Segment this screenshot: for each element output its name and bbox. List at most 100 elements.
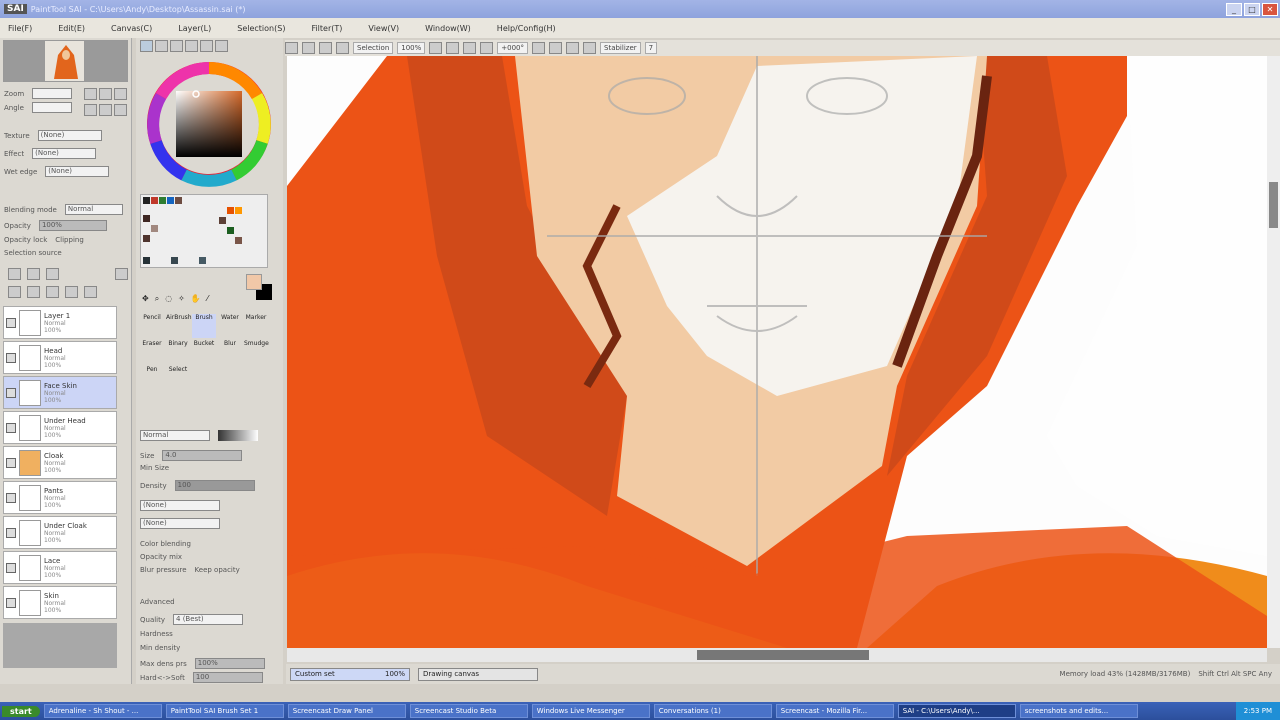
visibility-icon[interactable] xyxy=(6,317,16,328)
lasso-icon[interactable]: ◌ xyxy=(165,294,172,304)
taskbar-item[interactable]: Screencast Draw Panel xyxy=(287,704,406,718)
swatch[interactable] xyxy=(171,257,178,264)
nav-reset-button[interactable] xyxy=(114,88,127,100)
menu-canvas[interactable]: Canvas(C) xyxy=(111,24,152,33)
color-wheel[interactable] xyxy=(144,58,274,190)
canvas-tab-2[interactable]: Drawing canvas xyxy=(418,667,538,681)
layer-item[interactable]: Head Normal 100% xyxy=(3,341,117,374)
merge-down-icon[interactable] xyxy=(27,286,40,298)
stabilizer-select[interactable]: 7 xyxy=(644,42,658,54)
swatch[interactable] xyxy=(199,257,206,264)
advanced-checkbox[interactable]: Advanced xyxy=(140,598,175,606)
swatch[interactable] xyxy=(143,235,150,242)
visibility-icon[interactable] xyxy=(6,527,16,538)
swatch[interactable] xyxy=(143,257,150,264)
visibility-icon[interactable] xyxy=(6,562,16,573)
swatch[interactable] xyxy=(235,237,242,244)
menu-view[interactable]: View(V) xyxy=(368,24,399,33)
swatch[interactable] xyxy=(159,197,166,204)
selection-toggle[interactable]: Selection xyxy=(353,42,394,54)
taskbar-item[interactable]: Screencast - Mozilla Fir... xyxy=(775,704,894,718)
fg-bg-colors[interactable] xyxy=(246,274,272,302)
swatch[interactable] xyxy=(227,227,234,234)
nav-rotate-right-button[interactable] xyxy=(99,104,112,116)
nav-zoom-in-button[interactable] xyxy=(84,88,97,100)
wet-edge-select[interactable]: (None) xyxy=(45,166,110,177)
flip-button[interactable] xyxy=(583,42,597,54)
color-swatches[interactable] xyxy=(140,194,268,268)
navigator-left[interactable] xyxy=(3,40,47,82)
minimize-button[interactable]: _ xyxy=(1226,2,1242,16)
visibility-icon[interactable] xyxy=(6,597,16,608)
swatch[interactable] xyxy=(151,225,158,232)
vertical-scroll-thumb[interactable] xyxy=(1269,182,1278,228)
swatch-tab-icon[interactable] xyxy=(185,40,198,52)
menu-file[interactable]: File(F) xyxy=(8,24,32,33)
menu-window[interactable]: Window(W) xyxy=(425,24,471,33)
tool-marker[interactable]: Marker xyxy=(244,314,268,338)
close-button[interactable]: ✕ xyxy=(1262,2,1278,16)
tool-brush[interactable]: Brush xyxy=(192,314,216,338)
invert-selection-button[interactable] xyxy=(336,42,349,54)
layer-item[interactable]: Under Cloak Normal 100% xyxy=(3,516,117,549)
blending-select[interactable]: Normal xyxy=(64,204,123,215)
rotate-left-button[interactable] xyxy=(532,42,546,54)
opacity-slider[interactable]: 100% xyxy=(38,220,107,231)
nav-flip-button[interactable] xyxy=(114,104,127,116)
foreground-color-swatch[interactable] xyxy=(246,274,262,290)
zoom-in-button[interactable] xyxy=(446,42,460,54)
start-button[interactable]: start xyxy=(2,705,40,717)
taskbar-item[interactable]: Windows Live Messenger xyxy=(531,704,650,718)
brush-texture-select[interactable]: (None) xyxy=(140,518,220,529)
nav-rotate-left-button[interactable] xyxy=(84,104,97,116)
layer-item-active[interactable]: Face Skin Normal 100% xyxy=(3,376,117,409)
layer-options-icon[interactable] xyxy=(115,268,128,280)
deselect-button[interactable] xyxy=(319,42,332,54)
brush-shape-select[interactable]: (None) xyxy=(140,500,220,511)
maximize-button[interactable]: □ xyxy=(1244,2,1260,16)
visibility-icon[interactable] xyxy=(6,352,16,363)
delete-layer-icon[interactable] xyxy=(84,286,97,298)
hsv-slider-tab-icon[interactable] xyxy=(170,40,183,52)
new-folder-icon[interactable] xyxy=(46,268,59,280)
taskbar-item[interactable]: Adrenaline - Sh Shout - ... xyxy=(43,704,162,718)
effect-select[interactable]: (None) xyxy=(32,148,97,159)
tool-eraser[interactable]: Eraser xyxy=(140,340,164,364)
hard-soft-slider[interactable]: 100 xyxy=(192,672,263,683)
swatch[interactable] xyxy=(167,197,174,204)
swatch[interactable] xyxy=(175,197,182,204)
visibility-icon[interactable] xyxy=(6,422,16,433)
taskbar-item[interactable]: PaintTool SAI Brush Set 1 xyxy=(165,704,284,718)
merge-visible-icon[interactable] xyxy=(46,286,59,298)
nav-zoom-field[interactable] xyxy=(32,88,73,99)
keep-opacity-checkbox[interactable]: Keep opacity xyxy=(195,566,240,574)
new-linework-icon[interactable] xyxy=(27,268,40,280)
tool-blur[interactable]: Blur xyxy=(218,340,242,364)
zoom-select[interactable]: 100% xyxy=(397,42,426,54)
layer-item[interactable]: Cloak Normal 100% xyxy=(3,446,117,479)
density-slider[interactable]: 100 xyxy=(174,480,255,491)
color-wheel-tab-icon[interactable] xyxy=(140,40,153,52)
taskbar-item[interactable]: Screencast Studio Beta xyxy=(409,704,528,718)
hand-icon[interactable]: ✋ xyxy=(191,294,201,304)
tool-bucket[interactable]: Bucket xyxy=(192,340,216,364)
brush-tip-shapes[interactable] xyxy=(218,430,258,441)
quality-select[interactable]: 4 (Best) xyxy=(173,614,244,625)
menu-filter[interactable]: Filter(T) xyxy=(311,24,342,33)
magic-wand-icon[interactable]: ✧ xyxy=(178,294,185,304)
move-icon[interactable]: ✥ xyxy=(142,294,149,304)
navigator-preview[interactable] xyxy=(44,40,88,82)
clear-layer-icon[interactable] xyxy=(65,286,78,298)
layer-item[interactable]: Pants Normal 100% xyxy=(3,481,117,514)
layer-item[interactable]: Lace Normal 100% xyxy=(3,551,117,584)
texture-select[interactable]: (None) xyxy=(37,130,102,141)
zoom-fit-button[interactable] xyxy=(480,42,494,54)
redo-button[interactable] xyxy=(302,42,315,54)
rotate-right-button[interactable] xyxy=(549,42,563,54)
swatch[interactable] xyxy=(227,207,234,214)
horizontal-scroll-thumb[interactable] xyxy=(697,650,869,660)
tool-smudge[interactable]: Smudge xyxy=(244,340,269,364)
taskbar-item[interactable]: Conversations (1) xyxy=(653,704,772,718)
menu-selection[interactable]: Selection(S) xyxy=(237,24,285,33)
max-density-slider[interactable]: 100% xyxy=(194,658,265,669)
